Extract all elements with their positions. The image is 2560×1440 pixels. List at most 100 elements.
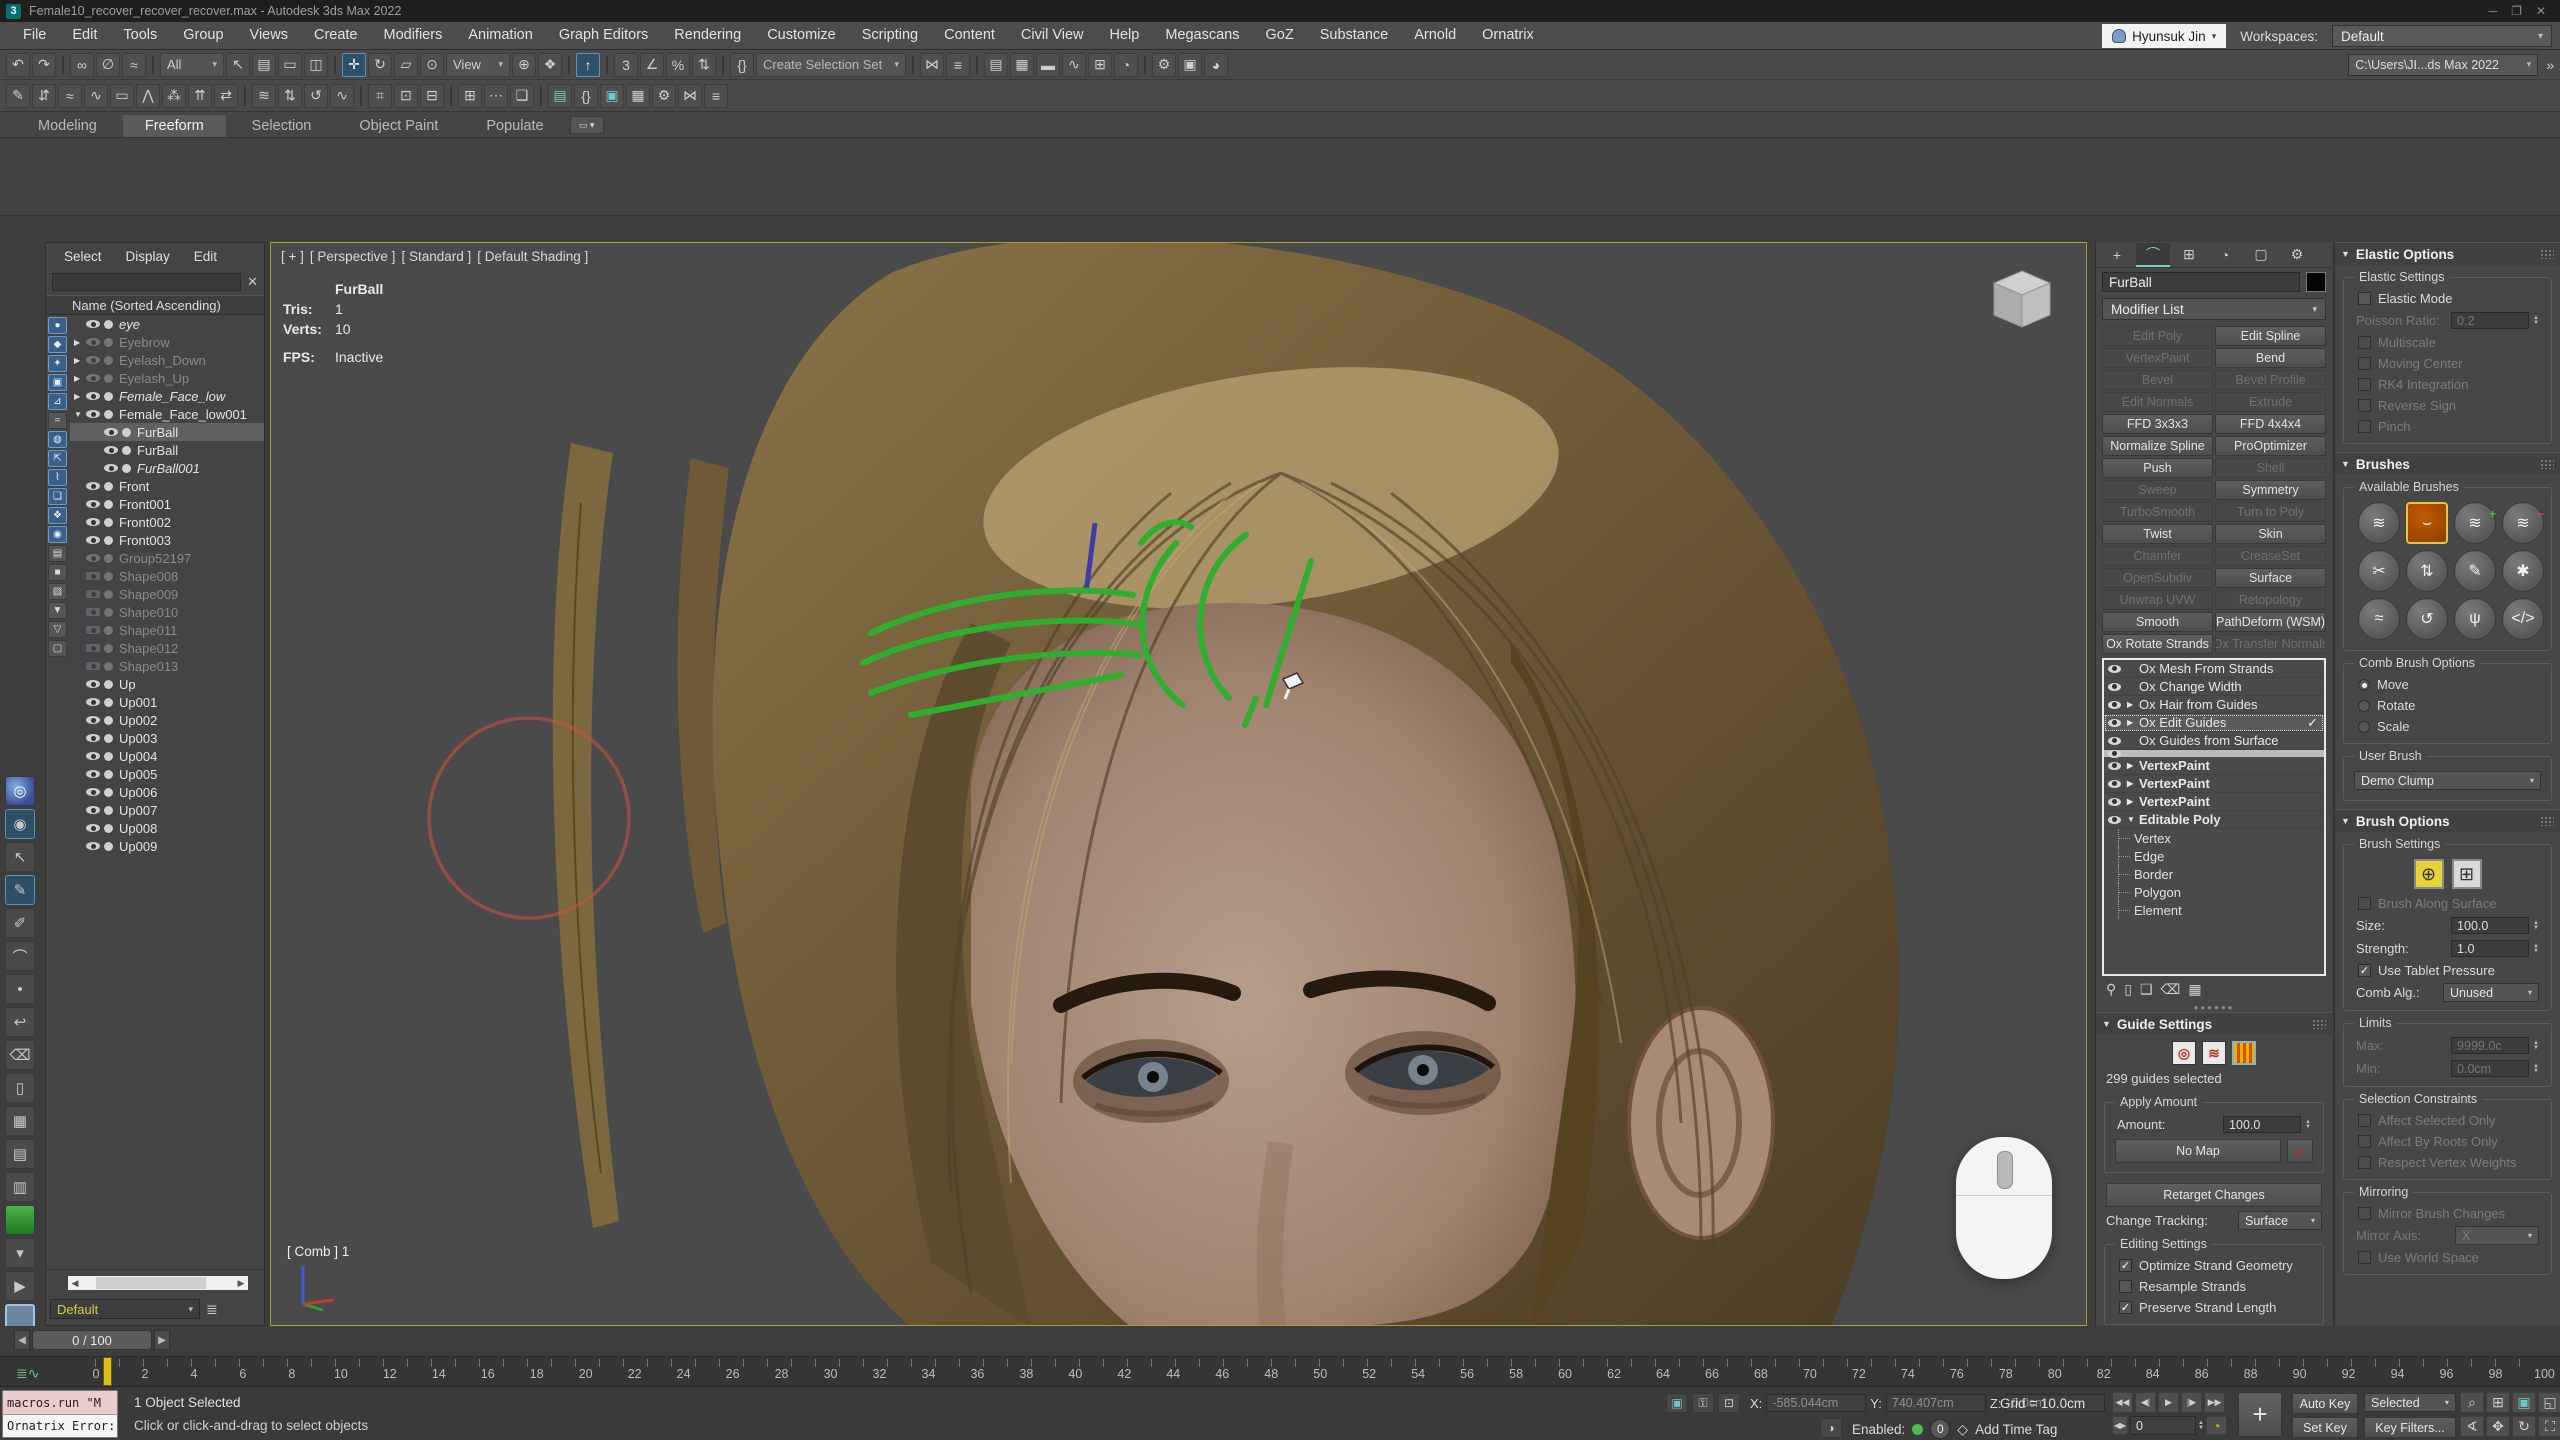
- motion-tab-icon[interactable]: ◔: [2208, 243, 2242, 267]
- modifier-list-dropdown[interactable]: Modifier List: [2102, 298, 2326, 320]
- curve-editor-icon[interactable]: ∿: [1062, 53, 1086, 77]
- visibility-eye-icon[interactable]: [86, 842, 100, 850]
- show-guides-icon[interactable]: ◉: [5, 809, 35, 839]
- visibility-eye-icon[interactable]: [86, 788, 100, 796]
- select-rotate-icon[interactable]: ↻: [368, 53, 392, 77]
- menu-item[interactable]: Group: [170, 22, 236, 49]
- expand-arrow-icon[interactable]: [74, 392, 86, 401]
- viewport-menu[interactable]: [ + ]: [281, 249, 304, 264]
- modifier-button[interactable]: Retopology: [2215, 590, 2326, 610]
- change-tracking-dropdown[interactable]: Surface: [2238, 1211, 2322, 1230]
- sync-selection-icon[interactable]: ▤: [48, 545, 67, 562]
- brush-along-surface-checkbox[interactable]: [2358, 897, 2371, 910]
- angle-snap-icon[interactable]: ∠: [640, 53, 664, 77]
- pencil-tool-icon[interactable]: ✐: [5, 908, 35, 938]
- strand-curl-icon[interactable]: ↺: [304, 84, 328, 108]
- select-object-icon[interactable]: ↖: [226, 53, 250, 77]
- modifier-stack-row[interactable]: Ox Hair from Guides: [2104, 696, 2324, 714]
- time-slider-handle[interactable]: 0 / 100: [32, 1330, 152, 1350]
- brush-size-field[interactable]: 100.0: [2451, 917, 2529, 934]
- comb-mode-radio[interactable]: [2358, 700, 2370, 712]
- modifier-button[interactable]: VertexPaint: [2102, 348, 2213, 368]
- select-scale-icon[interactable]: ▱: [394, 53, 418, 77]
- visibility-eye-icon[interactable]: [86, 320, 100, 328]
- scene-object-row[interactable]: Up009: [70, 837, 264, 855]
- constraint-checkbox[interactable]: [2358, 1135, 2371, 1148]
- isolate-selection-icon[interactable]: ▣: [1666, 1393, 1688, 1413]
- brush-strength-field[interactable]: 1.0: [2451, 940, 2529, 957]
- rendered-frame-icon[interactable]: ▣: [1178, 53, 1202, 77]
- constraint-checkbox[interactable]: [2358, 1156, 2371, 1169]
- y-coordinate-field[interactable]: 740.407cm: [1886, 1394, 1986, 1412]
- noise-icon[interactable]: ⁂: [162, 84, 186, 108]
- go-end-icon[interactable]: ▶▶: [2204, 1392, 2225, 1413]
- visibility-eye-icon[interactable]: [86, 338, 100, 346]
- modifier-eye-icon[interactable]: [2108, 762, 2121, 770]
- array-icon[interactable]: ⊞: [458, 84, 482, 108]
- signin-user-menu[interactable]: Hyunsuk Jin▾: [2102, 24, 2226, 48]
- scene-object-row[interactable]: eye: [70, 315, 264, 333]
- modifier-button[interactable]: FFD 4x4x4: [2215, 414, 2326, 434]
- scene-search-input[interactable]: [52, 273, 241, 291]
- relax-icon[interactable]: ≈: [58, 84, 82, 108]
- select-manipulate-icon[interactable]: ❖: [538, 53, 562, 77]
- scene-object-row[interactable]: Up004: [70, 747, 264, 765]
- renderable-dot-icon[interactable]: [104, 572, 113, 581]
- comb-mode-radio[interactable]: [2358, 679, 2370, 691]
- measure-tool-icon[interactable]: ⌒: [5, 941, 35, 971]
- expand-arrow-icon[interactable]: [74, 374, 86, 383]
- modifier-stack-row[interactable]: VertexPaint: [2104, 793, 2324, 811]
- subobject-row[interactable]: Polygon: [2104, 883, 2324, 901]
- renderable-dot-icon[interactable]: [104, 824, 113, 833]
- modifier-button[interactable]: PathDeform (WSM): [2215, 612, 2326, 632]
- active-layer-dropdown[interactable]: Default: [50, 1299, 200, 1319]
- x-coordinate-field[interactable]: -585.044cm: [1766, 1394, 1866, 1412]
- visibility-eye-icon[interactable]: [86, 518, 100, 526]
- utilities-tab-icon[interactable]: ⚙: [2280, 243, 2314, 267]
- zoom-extents-all-icon[interactable]: ◱: [2538, 1392, 2560, 1413]
- script-brush-icon[interactable]: </>: [2502, 598, 2544, 640]
- layers-icon[interactable]: ≣: [206, 1301, 218, 1318]
- filter-selected-icon[interactable]: ◉: [48, 526, 67, 543]
- renderable-dot-icon[interactable]: [122, 446, 131, 455]
- delete-strands-icon[interactable]: ⌫: [5, 1040, 35, 1070]
- filter-xrefs-icon[interactable]: ⇱: [48, 450, 67, 467]
- visibility-eye-icon[interactable]: [104, 428, 118, 436]
- scene-object-row[interactable]: Up007: [70, 801, 264, 819]
- editing-checkbox[interactable]: [2119, 1259, 2132, 1272]
- toolbar-overflow-icon[interactable]: »: [2546, 57, 2554, 73]
- modifier-stack-row[interactable]: Ox Guides from Surface: [2104, 732, 2324, 750]
- viewcube[interactable]: [1986, 265, 2058, 342]
- key-mode-dropdown[interactable]: Selected: [2364, 1393, 2456, 1412]
- modifier-button[interactable]: Extrude: [2215, 392, 2326, 412]
- remove-strands-brush-icon[interactable]: ≋ −: [2502, 502, 2544, 544]
- minimize-button[interactable]: ─: [2489, 4, 2498, 18]
- length-brush-icon[interactable]: ⇅: [2406, 550, 2448, 592]
- modifier-button[interactable]: Ox Transfer Normals: [2215, 634, 2326, 654]
- pick-parent-icon[interactable]: ▧: [48, 583, 67, 600]
- renderable-dot-icon[interactable]: [104, 698, 113, 707]
- scene-object-row[interactable]: FurBall: [70, 441, 264, 459]
- viewport-menu[interactable]: [ Perspective ]: [310, 249, 396, 264]
- play-icon[interactable]: ▶: [2158, 1392, 2179, 1413]
- absolute-mode-icon[interactable]: ⊡: [1718, 1393, 1740, 1413]
- expand-toolbar-icon[interactable]: ▾: [5, 1238, 35, 1268]
- cut-brush-icon[interactable]: ✂: [2358, 550, 2400, 592]
- current-frame-field[interactable]: 0: [2130, 1416, 2196, 1435]
- strand-frizz-icon[interactable]: ∿: [330, 84, 354, 108]
- renderable-dot-icon[interactable]: [122, 464, 131, 473]
- spinner-snap-icon[interactable]: ⇅: [692, 53, 716, 77]
- display-tab-icon[interactable]: ▢: [2244, 243, 2278, 267]
- modifier-expand-icon[interactable]: [2127, 815, 2139, 824]
- select-place-icon[interactable]: ⊙: [420, 53, 444, 77]
- modifier-stack-row[interactable]: Ox Mesh From Strands: [2104, 660, 2324, 678]
- scene-object-row[interactable]: Front: [70, 477, 264, 495]
- visibility-eye-icon[interactable]: [86, 356, 100, 364]
- menu-item[interactable]: Arnold: [1401, 22, 1469, 49]
- renderable-dot-icon[interactable]: [104, 770, 113, 779]
- modifier-button[interactable]: Push: [2102, 458, 2213, 478]
- menu-item[interactable]: GoZ: [1253, 22, 1307, 49]
- visibility-eye-icon[interactable]: [86, 824, 100, 832]
- menu-item[interactable]: Graph Editors: [546, 22, 661, 49]
- undo-icon[interactable]: ↶: [6, 53, 30, 77]
